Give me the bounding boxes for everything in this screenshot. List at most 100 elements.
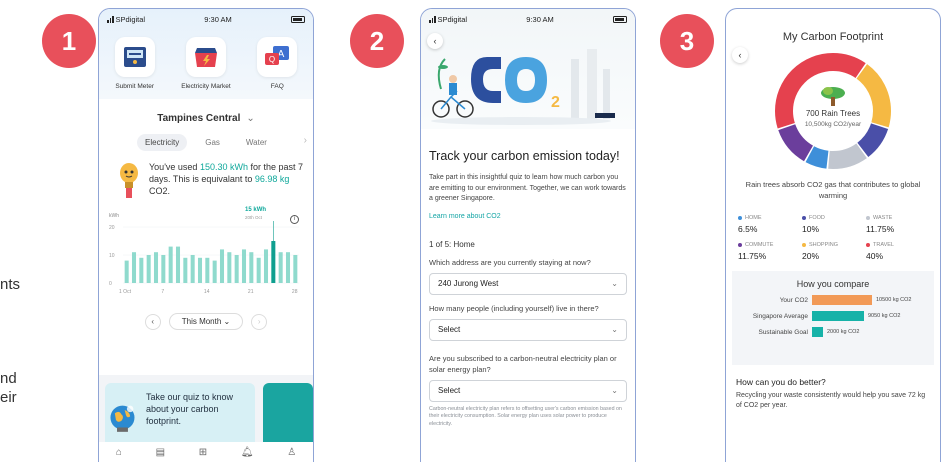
chart-bar[interactable] [153, 252, 159, 283]
faq-icon: AQ [257, 37, 298, 77]
next-period-button[interactable]: › [251, 313, 268, 330]
phone-2-quiz-screen: SPdigital 9:30 AM ‹ 2 Track your carbon … [420, 8, 636, 462]
usage-text: You've used 150.30 kWh for the past 7 da… [149, 162, 304, 196]
faq-button[interactable]: AQ FAQ [244, 37, 310, 90]
quiz-card[interactable]: Take our quiz to know about your carbon … [105, 383, 255, 449]
chart-bar[interactable] [139, 257, 144, 283]
svg-text:Q: Q [269, 55, 275, 64]
services-row: Submit Meter Electricity Market AQ FAQ [99, 29, 313, 90]
kwh-value: 150.30 kWh [199, 162, 248, 172]
chart-bar[interactable] [124, 260, 129, 283]
compare-value: 9050 kg CO2 [868, 313, 901, 319]
faq-label: FAQ [270, 83, 284, 90]
battery-icon [290, 15, 305, 23]
chart-ytick: 0 [109, 281, 112, 287]
electricity-market-button[interactable]: Electricity Market [173, 37, 239, 90]
tab-gas[interactable]: Gas [197, 134, 228, 151]
compare-panel: How you compare Your CO2 10500 kg CO2 Sing… [732, 271, 934, 365]
chart-bar[interactable] [278, 252, 283, 283]
learn-more-link[interactable]: Learn more about CO2 [429, 213, 627, 220]
chart-bar[interactable] [146, 255, 151, 283]
chart-bar[interactable] [190, 255, 195, 283]
chart-xtick: 28 [292, 289, 298, 295]
tab-water[interactable]: Water [238, 134, 275, 151]
plan-select[interactable]: Select ⌄ [429, 379, 627, 402]
chart-bar[interactable] [212, 260, 217, 283]
chart-bar[interactable] [249, 252, 254, 283]
chart-bar[interactable] [227, 252, 232, 283]
footprint-donut: 700 Rain Trees 10,500kg CO2/year [773, 51, 893, 171]
question-plan: Are you subscribed to a carbon-neutral e… [429, 353, 617, 374]
period-selector: ‹ This Month ⌄ › [99, 313, 313, 330]
address-select[interactable]: 240 Jurong West ⌄ [429, 272, 627, 295]
electricity-market-icon [185, 37, 226, 77]
status-bar: SPdigital 9:30 AM [99, 9, 313, 29]
chevron-down-icon: ⌄ [246, 113, 255, 124]
profile-icon[interactable]: ♙ [287, 447, 296, 458]
chart-bar[interactable] [197, 257, 203, 283]
people-select[interactable]: Select ⌄ [429, 318, 627, 341]
back-button[interactable]: ‹ [732, 47, 748, 63]
promo-card[interactable] [263, 383, 313, 449]
apps-icon[interactable]: ⊞ [199, 447, 207, 458]
chart-bar[interactable] [131, 252, 137, 283]
chevron-down-icon: ⌄ [611, 325, 618, 334]
compare-label: Singapore Average [752, 312, 808, 320]
status-time: 9:30 AM [526, 14, 554, 24]
quiz-body: Track your carbon emission today! Take p… [421, 129, 635, 434]
previous-period-button[interactable]: ‹ [144, 313, 161, 330]
phone-1-home-screen: SPdigital 9:30 AM Submit Meter Electrici… [98, 8, 314, 462]
chart-bar[interactable] [168, 246, 173, 283]
carrier-label: SPdigital [437, 14, 468, 24]
tab-electricity[interactable]: Electricity [137, 134, 188, 151]
home-icon[interactable]: ⌂ [116, 447, 122, 458]
battery-icon [612, 15, 627, 23]
submit-meter-button[interactable]: Submit Meter [102, 37, 168, 90]
partial-text-line-1: nts [0, 276, 21, 293]
period-dropdown[interactable]: This Month ⌄ [168, 313, 244, 330]
chart-bar[interactable] [161, 255, 166, 283]
notification-icon[interactable]: 🔔︎ [241, 447, 254, 458]
status-time: 9:30 AM [204, 14, 232, 24]
chart-bar[interactable] [256, 257, 261, 283]
question-address: Which address are you currently staying … [429, 257, 591, 267]
bill-icon[interactable]: ▤ [156, 447, 165, 458]
signal-icon [429, 15, 436, 23]
usage-summary: You've used 150.30 kWh for the past 7 da… [99, 151, 313, 203]
compare-bars: Your CO2 10500 kg CO2 Singapore Average 905… [738, 295, 928, 337]
chart-bar[interactable] [241, 249, 247, 283]
globe-icon [110, 405, 135, 432]
better-text: Recycling your waste consistently would … [736, 392, 926, 409]
quiz-carousel: Take our quiz to know about your carbon … [99, 375, 313, 451]
chart-bar[interactable] [183, 257, 188, 283]
cyclist-co2-illustration: 2 [431, 49, 615, 125]
electricity-market-label: Electricity Market [181, 83, 231, 90]
usage-chart-svg: 20 10 0 1 Oct 7 14 21 28 [109, 221, 299, 295]
chart-bar[interactable] [271, 241, 276, 283]
chart-bar[interactable] [263, 249, 269, 283]
chart-bar[interactable] [293, 255, 298, 283]
compare-value: 10500 kg CO2 [876, 297, 912, 303]
chart-ytick: 20 [109, 225, 115, 231]
meter-icon [114, 37, 155, 77]
chart-bar[interactable] [234, 255, 239, 283]
chart-bar[interactable] [219, 249, 225, 283]
category-legend: HOME 6.5% FOOD 10% WASTE 11.75% COMMUTE 11.7… [726, 215, 940, 261]
chart-xtick: 7 [161, 289, 164, 295]
compare-row: Your CO2 10500 kg CO2 [738, 295, 928, 305]
legend-travel: TRAVEL 40% [866, 242, 894, 261]
chart-bar[interactable] [175, 246, 181, 283]
rain-tree-icon [821, 87, 845, 106]
chart-xtick: 14 [204, 289, 210, 295]
compare-bar [812, 327, 823, 337]
quiz-card-text: Take our quiz to know about your carbon … [145, 392, 233, 426]
chevron-right-icon[interactable]: › [304, 135, 307, 146]
location-selector[interactable]: Tampines Central ⌄ [99, 113, 313, 124]
chevron-down-icon: ⌄ [611, 386, 618, 395]
rain-trees-count: 700 Rain Trees [805, 109, 861, 118]
chart-bar[interactable] [205, 257, 210, 283]
chart-bar[interactable] [285, 252, 291, 283]
compare-row: Sustainable Goal 2000 kg CO2 [738, 327, 928, 337]
step-badge-2: 2 [350, 14, 404, 68]
compare-row: Singapore Average 9050 kg CO2 [738, 311, 928, 321]
